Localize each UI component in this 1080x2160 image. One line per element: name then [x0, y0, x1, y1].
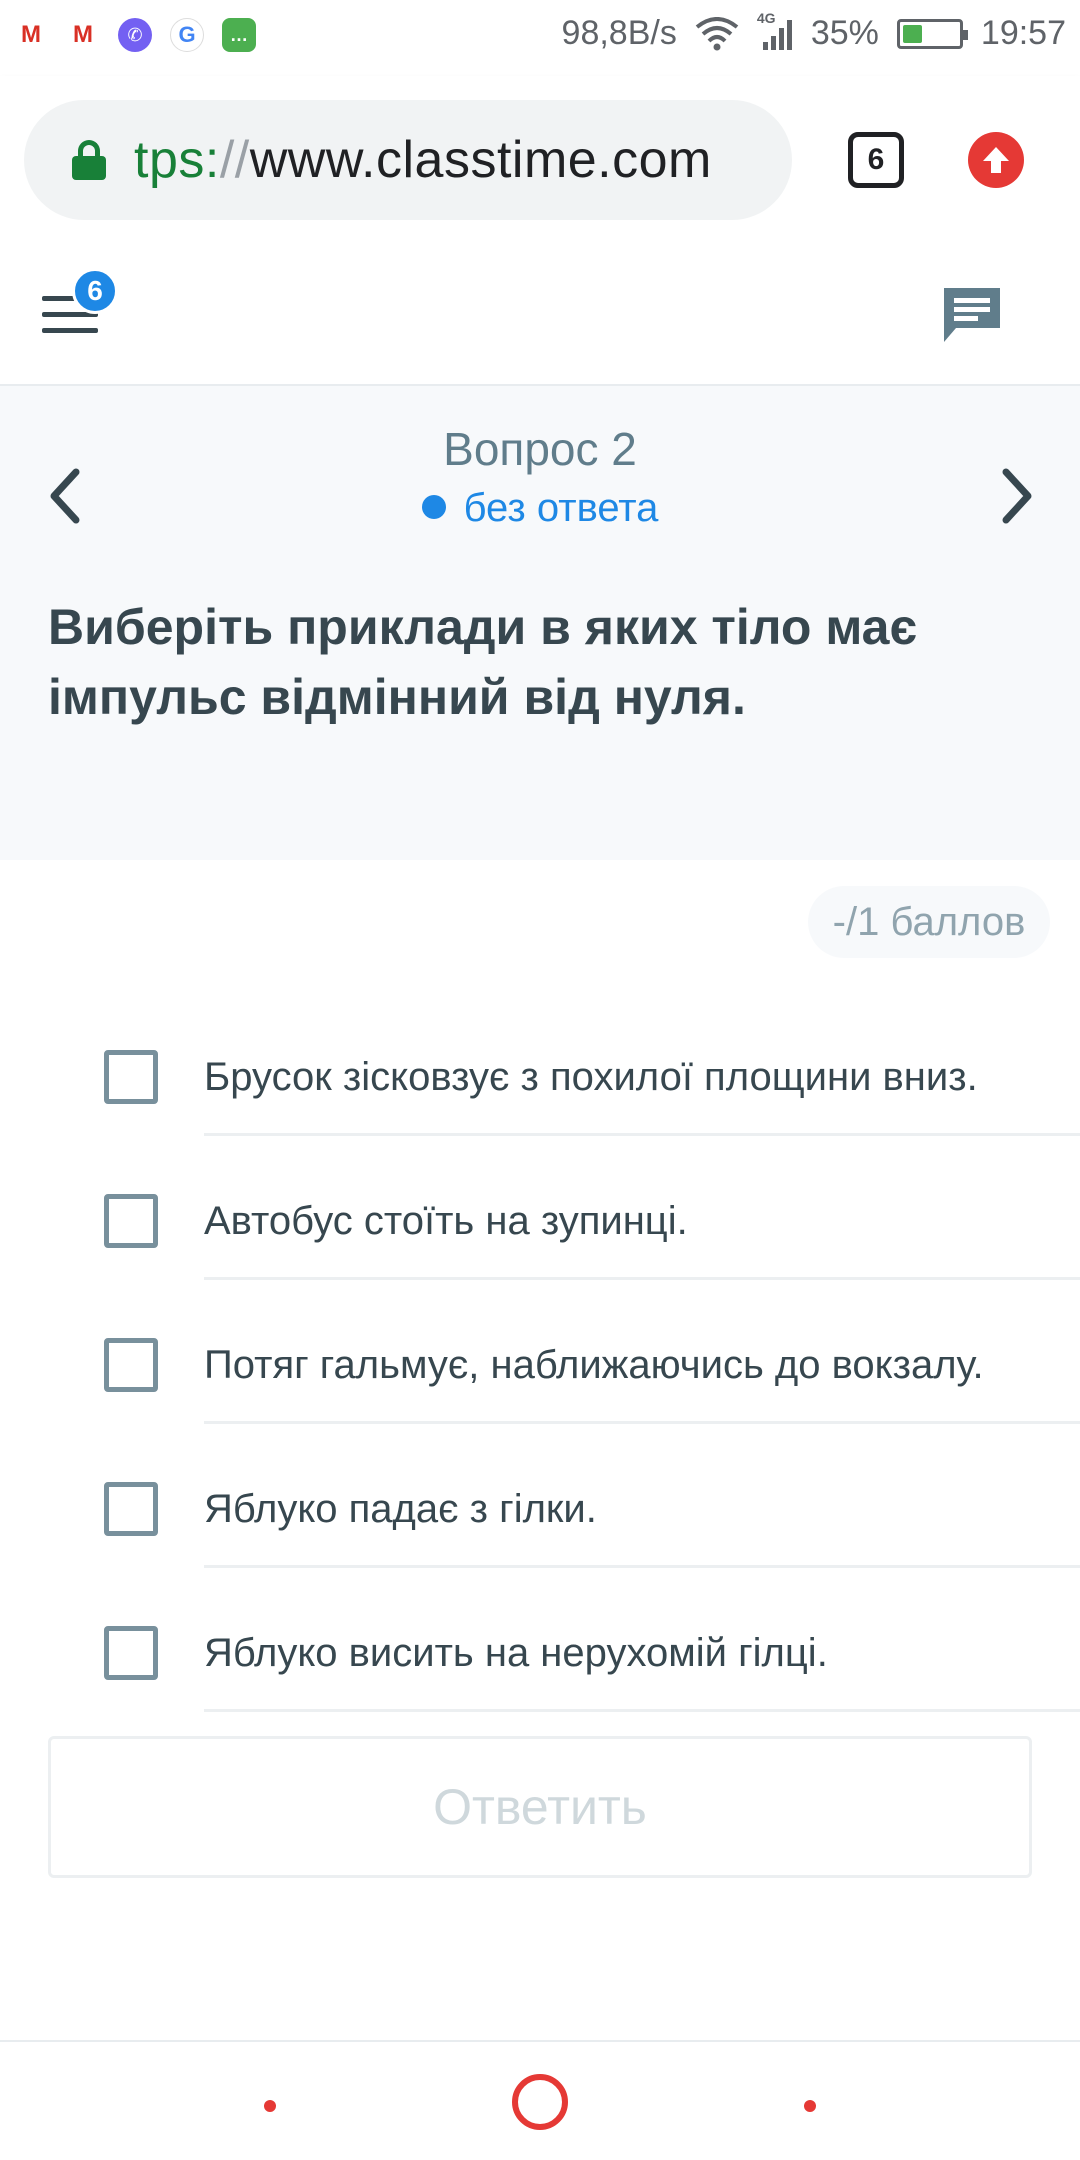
answer-option[interactable]: Автобус стоїть на зупинці.	[0, 1166, 1080, 1310]
battery-percent: 35%	[810, 14, 879, 52]
arrow-up-icon	[983, 147, 1009, 173]
next-question-button[interactable]	[986, 458, 1046, 534]
battery-level	[902, 24, 922, 43]
update-button[interactable]	[968, 132, 1024, 188]
gmail-icon: M	[73, 21, 93, 48]
url-host: www.classtime.com	[249, 131, 712, 189]
system-navigation-bar	[0, 2040, 1080, 2160]
points-badge: -/1 баллов	[808, 886, 1050, 958]
wifi-icon	[695, 16, 739, 50]
recents-button[interactable]	[804, 2100, 816, 2112]
battery-icon	[896, 18, 968, 49]
clock: 19:57	[980, 14, 1066, 52]
lock-icon	[72, 140, 106, 180]
url-scheme: tps:	[134, 131, 220, 189]
status-dot	[421, 495, 446, 520]
chat-icon	[944, 288, 1000, 342]
option-label: Яблуко висить на нерухомій гілці.	[204, 1628, 1080, 1712]
menu-badge: 6	[72, 268, 118, 314]
option-label: Брусок зісковзує з похилої площини вниз.	[204, 1052, 1080, 1136]
chat-button[interactable]	[940, 284, 1004, 346]
back-button[interactable]	[264, 2100, 276, 2112]
home-button[interactable]	[512, 2074, 568, 2130]
answer-option[interactable]: Яблуко висить на нерухомій гілці.	[0, 1598, 1080, 1742]
cell-signal: 4G	[757, 10, 793, 52]
signal-icon	[762, 19, 792, 50]
option-label: Яблуко падає з гілки.	[204, 1484, 1080, 1568]
option-checkbox[interactable]	[104, 1626, 158, 1680]
tab-switcher-button[interactable]: 6	[848, 132, 904, 188]
answer-option[interactable]: Потяг гальмує, наближаючись до вокзалу.	[0, 1310, 1080, 1454]
option-label: Автобус стоїть на зупинці.	[204, 1196, 1080, 1280]
messages-icon: …	[222, 18, 256, 52]
answer-status: без ответа	[0, 486, 1080, 531]
option-checkbox[interactable]	[104, 1338, 158, 1392]
url-separator: //	[219, 131, 250, 189]
answer-option[interactable]: Яблуко падає з гілки.	[0, 1454, 1080, 1598]
network-speed: 98,8B/s	[561, 14, 677, 52]
question-title: Вопрос 2	[443, 423, 637, 475]
gmail-icon: M	[21, 21, 41, 48]
option-checkbox[interactable]	[104, 1482, 158, 1536]
answer-option[interactable]: Брусок зісковзує з похилої площини вниз.	[0, 1022, 1080, 1166]
viber-icon: ✆	[118, 18, 152, 52]
option-label: Потяг гальмує, наближаючись до вокзалу.	[204, 1340, 1080, 1424]
chevron-right-icon	[1002, 468, 1032, 524]
submit-answer-button[interactable]: Ответить	[48, 1736, 1032, 1878]
question-header: Вопрос 2 без ответа Виберіть приклади в …	[0, 386, 1080, 860]
address-bar[interactable]: tps://www.classtime.com	[24, 100, 792, 220]
url-text[interactable]: tps://www.classtime.com	[134, 130, 712, 190]
question-text: Виберіть приклади в яких тіло має імпуль…	[48, 599, 918, 725]
answer-status-label: без ответа	[463, 486, 659, 530]
app-header: 6	[0, 244, 1080, 386]
option-checkbox[interactable]	[104, 1050, 158, 1104]
option-checkbox[interactable]	[104, 1194, 158, 1248]
tab-count: 6	[867, 143, 885, 176]
google-icon: G	[170, 18, 204, 52]
status-bar: M M ✆ G … 98,8B/s 4G 35% 19:57	[0, 0, 1080, 76]
browser-toolbar: tps://www.classtime.com 6	[0, 76, 1080, 244]
notification-icons: M M ✆ G …	[14, 18, 256, 52]
